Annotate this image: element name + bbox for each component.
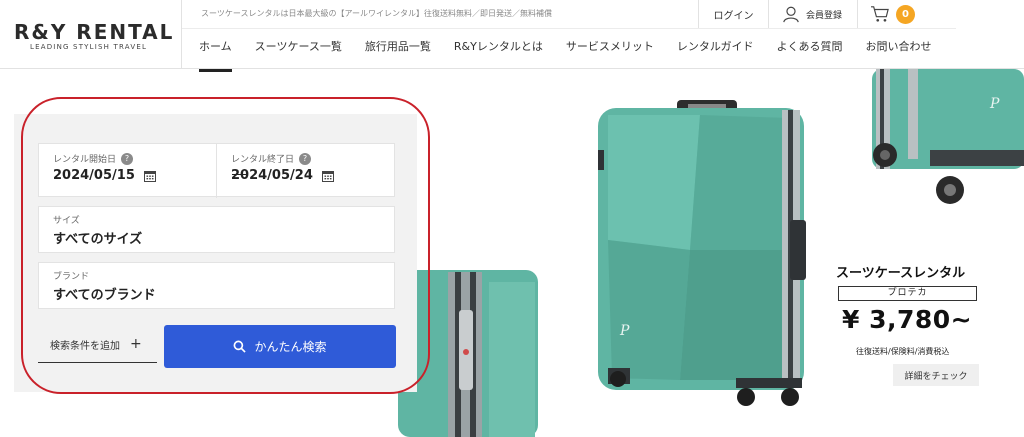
cart-link[interactable]: 0	[857, 0, 924, 28]
promo-title: スーツケースレンタル	[836, 266, 966, 281]
nav-item-faq[interactable]: よくある質問	[777, 38, 843, 60]
suitcase-image-side	[398, 270, 538, 437]
detail-button-label: 詳細をチェック	[904, 371, 968, 382]
brand-value: すべてのブランド	[53, 288, 156, 303]
login-label: ログイン	[713, 10, 754, 22]
promo-price-note: 往復送料/保険料/消費税込	[856, 347, 950, 356]
size-select[interactable]: サイズ すべてのサイズ	[38, 206, 395, 253]
start-date-value: 2024/05/15	[53, 168, 135, 183]
add-condition-label: 検索条件を追加	[50, 340, 120, 352]
header-notice: スーツケースレンタルは日本最大級の【アールワイレンタル】往復送料無料／即日発送／…	[201, 9, 552, 18]
nav-item-home[interactable]: ホーム	[199, 38, 232, 72]
user-icon	[783, 6, 799, 23]
detail-button[interactable]: 詳細をチェック	[893, 364, 979, 386]
main-nav: ホーム スーツケース一覧 旅行用品一覧 R&Yレンタルとは サービスメリット レ…	[182, 38, 955, 72]
login-link[interactable]: ログイン	[698, 0, 768, 28]
search-panel: レンタル開始日 ? 2024/05/15 レンタル終了日 ? 2024/05/2…	[14, 114, 417, 392]
plus-icon: +	[130, 336, 142, 352]
nav-item-guide[interactable]: レンタルガイド	[677, 38, 754, 60]
header-divider	[182, 28, 956, 29]
site-header: R&Y RENTAL LEADING STYLISH TRAVEL スーツケース…	[0, 0, 1024, 72]
promo-price: ¥ 3,780~	[842, 305, 973, 334]
suitcase-image-corner: P	[872, 69, 1024, 204]
end-date-label-row: レンタル終了日 ?	[231, 152, 312, 165]
add-condition-button[interactable]: 検索条件を追加 +	[38, 326, 157, 363]
calendar-icon[interactable]	[321, 170, 334, 182]
end-date-value-row: 2024/05/24	[231, 168, 334, 183]
search-button[interactable]: かんたん検索	[164, 325, 396, 368]
size-label: サイズ	[53, 216, 80, 226]
start-date-value-row: 2024/05/15	[53, 168, 156, 183]
end-date-field[interactable]: レンタル終了日 ? 2024/05/24	[217, 144, 396, 198]
date-range-field: レンタル開始日 ? 2024/05/15 レンタル終了日 ? 2024/05/2…	[38, 143, 396, 198]
nav-item-suitcases[interactable]: スーツケース一覧	[255, 38, 342, 60]
start-date-field[interactable]: レンタル開始日 ? 2024/05/15	[39, 144, 217, 198]
svg-text:P: P	[989, 96, 1000, 112]
date-range-dash	[232, 174, 246, 175]
search-button-label: かんたん検索	[254, 340, 327, 354]
register-label: 会員登録	[806, 10, 843, 21]
start-date-label: レンタル開始日	[53, 155, 117, 165]
svg-text:P: P	[619, 323, 630, 339]
logo-text: R&Y RENTAL	[14, 20, 175, 44]
nav-item-merits[interactable]: サービスメリット	[566, 38, 654, 60]
site-logo[interactable]: R&Y RENTAL LEADING STYLISH TRAVEL	[0, 0, 182, 69]
cart-count-badge: 0	[896, 4, 915, 24]
search-icon	[234, 340, 247, 353]
nav-item-contact[interactable]: お問い合わせ	[866, 38, 932, 60]
nav-item-about[interactable]: R&Yレンタルとは	[454, 38, 543, 60]
brand-label: ブランド	[53, 272, 90, 282]
help-icon[interactable]: ?	[121, 152, 134, 165]
end-date-value: 2024/05/24	[231, 168, 313, 183]
nav-item-travel-goods[interactable]: 旅行用品一覧	[365, 38, 431, 60]
brand-select[interactable]: ブランド すべてのブランド	[38, 262, 395, 309]
help-icon[interactable]: ?	[299, 152, 312, 165]
end-date-label: レンタル終了日	[231, 155, 295, 165]
cart-icon	[871, 6, 889, 22]
register-link[interactable]: 会員登録	[768, 0, 857, 28]
start-date-label-row: レンタル開始日 ?	[53, 152, 134, 165]
promo-brand-tag: プロテカ	[838, 286, 977, 301]
suitcase-image-main: P	[598, 100, 806, 406]
calendar-icon[interactable]	[143, 170, 156, 182]
logo-tagline: LEADING STYLISH TRAVEL	[30, 43, 148, 51]
size-value: すべてのサイズ	[53, 232, 143, 247]
